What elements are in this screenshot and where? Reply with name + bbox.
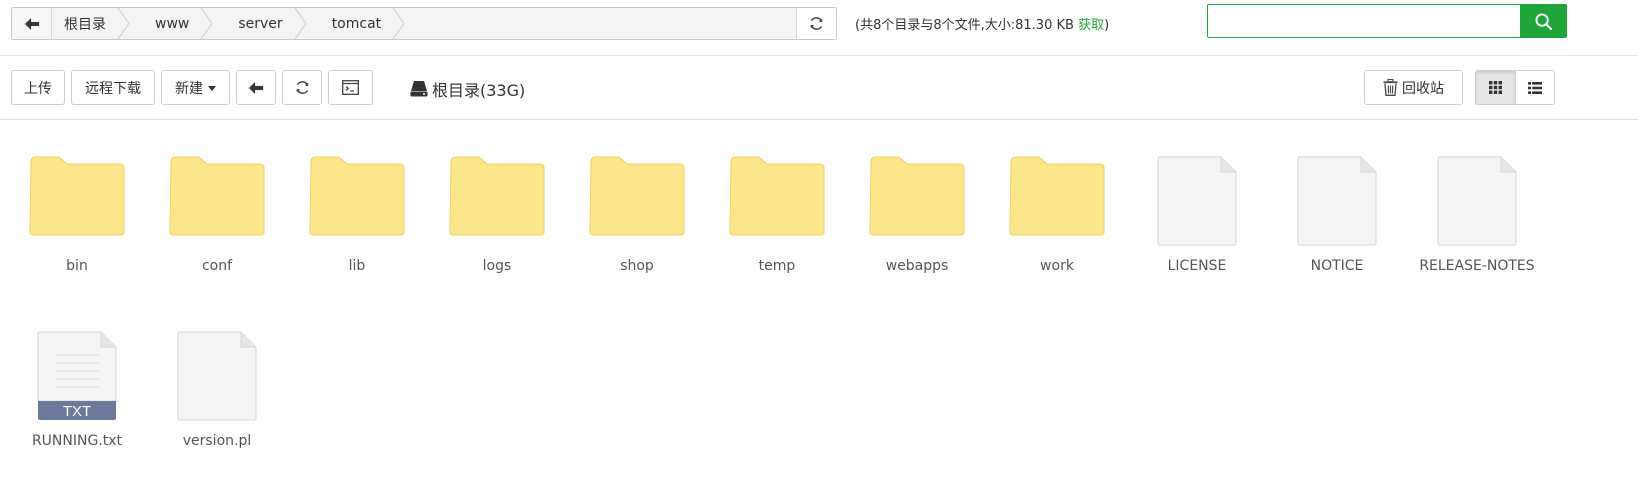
file-name: work (1040, 258, 1074, 274)
breadcrumb-item[interactable]: tomcat (307, 8, 405, 39)
file-name: temp (758, 258, 796, 274)
terminal-button[interactable] (328, 70, 373, 105)
summary-close-paren: ) (1104, 18, 1110, 33)
file-name: bin (66, 258, 88, 274)
chevron-separator-icon (392, 8, 405, 39)
breadcrumb: 根目录 www server tomcat (52, 8, 796, 39)
file-name: logs (482, 258, 512, 274)
remote-download-label: 远程下载 (85, 80, 141, 97)
refresh-button[interactable] (282, 70, 322, 105)
arrow-left-icon (249, 81, 263, 94)
txt-badge-text: TXT (63, 403, 91, 420)
file-name: version.pl (182, 433, 252, 449)
breadcrumb-label: tomcat (331, 15, 382, 32)
recycle-bin-button[interactable]: 回收站 (1364, 70, 1463, 105)
path-back-button[interactable] (12, 8, 52, 39)
folder-item[interactable]: work (987, 120, 1127, 295)
search-icon (1535, 12, 1552, 30)
folder-item[interactable]: temp (707, 120, 847, 295)
view-toggle (1475, 70, 1555, 105)
folder-icon (29, 156, 125, 236)
new-dropdown-button[interactable]: 新建 (161, 70, 230, 105)
file-name: lib (348, 258, 366, 274)
upload-button[interactable]: 上传 (11, 70, 65, 105)
file-name: shop (620, 258, 654, 274)
folder-icon (589, 156, 685, 236)
hdd-icon (410, 81, 428, 97)
remote-download-button[interactable]: 远程下载 (71, 70, 155, 105)
file-name: RELEASE-NOTES (1419, 258, 1535, 274)
search-button[interactable] (1520, 4, 1567, 38)
chevron-separator-icon (200, 8, 213, 39)
refresh-icon (810, 17, 823, 30)
file-item[interactable]: TXT RUNNING.txt (7, 295, 147, 470)
list-view-button[interactable] (1514, 71, 1554, 104)
folder-item[interactable]: shop (567, 120, 707, 295)
trash-icon (1383, 79, 1398, 96)
folder-icon (169, 156, 265, 236)
file-name: conf (201, 258, 233, 274)
breadcrumb-item[interactable]: server (213, 8, 307, 39)
folder-icon (729, 156, 825, 236)
summary-text: (共8个目录与8个文件,大小:81.30 KB (855, 18, 1079, 33)
chevron-separator-icon (294, 8, 307, 39)
list-view-icon (1527, 81, 1542, 94)
recycle-bin-label: 回收站 (1402, 80, 1444, 97)
file-name: webapps (885, 258, 949, 274)
caret-down-icon (208, 86, 216, 91)
arrow-left-icon (24, 17, 39, 30)
file-name: RUNNING.txt (31, 433, 123, 449)
folder-icon (309, 156, 405, 236)
disk-info[interactable]: 根目录(33G) (410, 77, 525, 101)
breadcrumb-label: 根目录 (64, 16, 106, 33)
terminal-icon (342, 80, 359, 95)
chevron-separator-icon (117, 8, 130, 39)
path-refresh-button[interactable] (796, 8, 836, 39)
file-icon (177, 331, 257, 421)
folder-icon (1009, 156, 1105, 236)
file-grid: bin conf lib logs shop temp webapps work… (7, 120, 1638, 486)
divider (0, 55, 1638, 56)
file-icon (1297, 156, 1377, 246)
folder-item[interactable]: lib (287, 120, 427, 295)
txt-file-icon: TXT (37, 331, 117, 420)
grid-view-button[interactable] (1476, 71, 1515, 104)
file-item[interactable]: NOTICE (1267, 120, 1407, 295)
folder-item[interactable]: logs (427, 120, 567, 295)
file-name: NOTICE (1310, 258, 1364, 274)
breadcrumb-label: www (155, 15, 190, 32)
file-icon (1157, 156, 1237, 246)
search-box (1207, 4, 1567, 38)
new-label: 新建 (175, 80, 203, 97)
file-name: LICENSE (1167, 258, 1227, 274)
file-icon (1437, 156, 1517, 246)
grid-view-icon (1488, 81, 1502, 94)
file-item[interactable]: version.pl (147, 295, 287, 470)
upload-label: 上传 (24, 80, 52, 97)
back-button[interactable] (236, 70, 276, 105)
path-bar: 根目录 www server tomcat (11, 7, 837, 40)
folder-icon (449, 156, 545, 236)
breadcrumb-label: server (238, 15, 283, 32)
file-item[interactable]: LICENSE (1127, 120, 1267, 295)
breadcrumb-item[interactable]: 根目录 (52, 8, 130, 39)
refresh-icon (296, 81, 308, 94)
folder-item[interactable]: bin (7, 120, 147, 295)
breadcrumb-item[interactable]: www (130, 8, 213, 39)
folder-icon (869, 156, 965, 236)
directory-summary: (共8个目录与8个文件,大小:81.30 KB 获取) (855, 14, 1109, 33)
file-item[interactable]: RELEASE-NOTES (1407, 120, 1547, 295)
disk-label: 根目录(33G) (432, 81, 526, 100)
search-input[interactable] (1207, 4, 1520, 38)
get-size-link[interactable]: 获取 (1078, 18, 1104, 33)
folder-item[interactable]: webapps (847, 120, 987, 295)
folder-item[interactable]: conf (147, 120, 287, 295)
